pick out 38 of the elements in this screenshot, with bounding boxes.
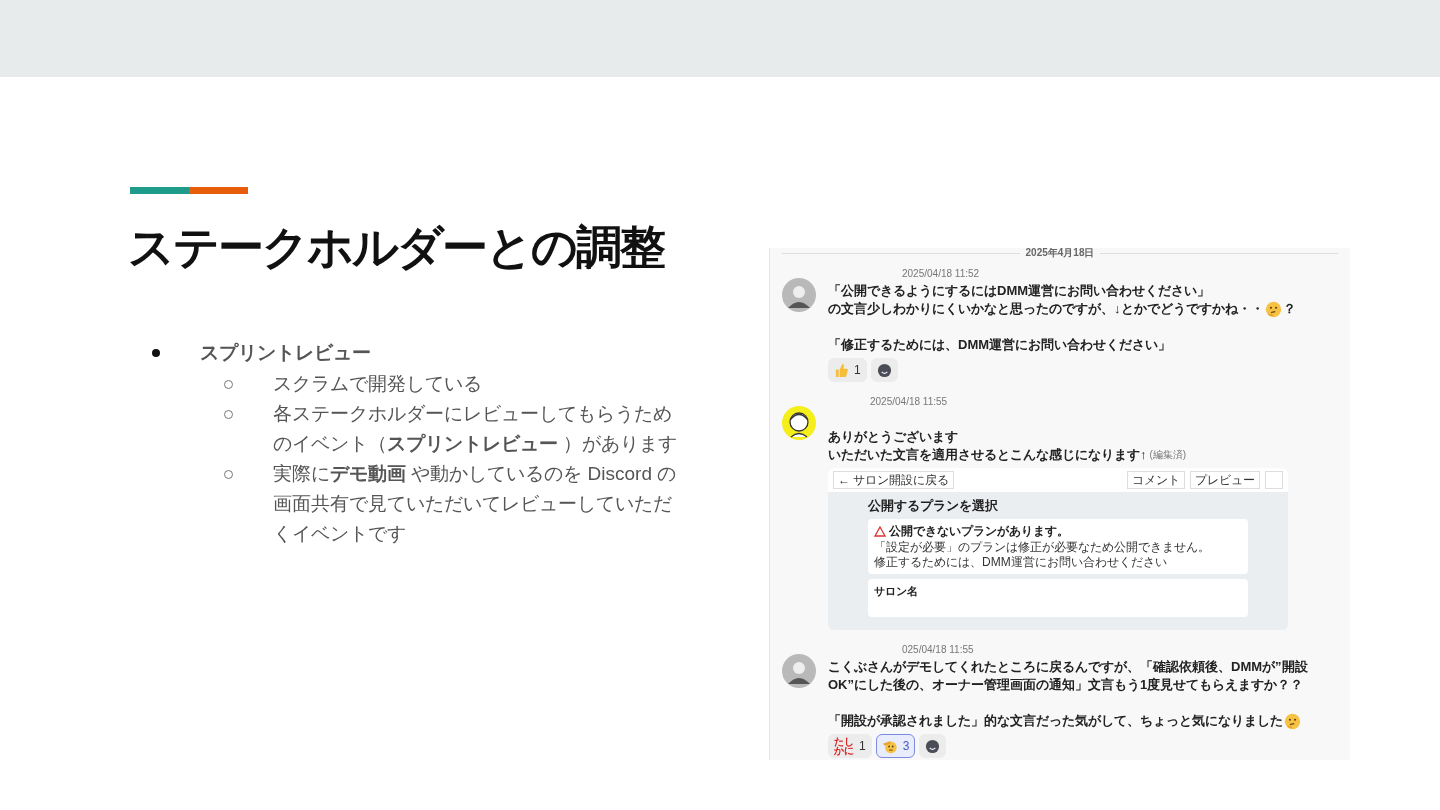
saluting-face-icon: [881, 738, 898, 754]
message-timestamp: 2025/04/18 11:55: [869, 396, 949, 409]
avatar-silhouette-icon: [782, 406, 816, 440]
smiley-icon: [876, 362, 892, 378]
bullet-text: 各ステークホルダーにレビューしてもらうためのイベント（スプリントレビュー ）があります: [273, 402, 679, 457]
bullet-text: 実際にデモ動画 や動かしているのを Discord の画面共有で見ていただいてレビューしていただくイベントです: [273, 462, 678, 547]
date-divider-label: 2025年4月18日: [1025, 248, 1095, 260]
thinking-face-icon: [1264, 300, 1282, 318]
slide-title: ステークホルダーとの調整: [128, 220, 666, 275]
message-text: ？: [1282, 300, 1296, 318]
alert-text: 「設定が必要」のプランは修正が必要なため公開できません。: [874, 540, 1211, 555]
message-text: 「公開できるようにするにはDMM運営にお問い合わせください」: [828, 282, 1211, 300]
message-text: の文言少しわかりにくいかなと思ったのですが、↓とかでどうですかね・・: [828, 300, 1264, 318]
preview-heading: 公開するプランを選択: [868, 497, 999, 515]
add-reaction-button[interactable]: [919, 734, 947, 758]
avatar-photo-placeholder: [782, 278, 816, 312]
add-reaction-button[interactable]: [870, 358, 898, 382]
message-text: いただいた文言を適用させるとこんな感じになります↑: [828, 446, 1147, 464]
message-text: こくぶさんがデモしてくれたところに戻るんですが、「確認依頼後、DMMが”開設OK”にした後の、オーナー管理画面の通知」文言もう1度見せてもらえますか？？: [828, 658, 1309, 694]
edited-label: (編集済): [1149, 448, 1187, 462]
thinking-face-icon: [1284, 712, 1301, 730]
bullet-text: スプリントレビュー: [200, 341, 371, 366]
alert-title: 公開できないプランがあります。: [889, 523, 1069, 540]
message-text: 「開設が承認されました」的な文言だった気がして、ちょっと気になりました: [828, 712, 1283, 730]
message-text: 「修正するためには、DMM運営にお問い合わせください」: [828, 336, 1172, 354]
message-timestamp: 2025/04/18 11:52: [901, 268, 981, 281]
avatar-photo-placeholder: [782, 654, 816, 688]
reaction-button[interactable]: 3: [875, 734, 916, 758]
bullet-dot-icon: [152, 349, 160, 358]
message-timestamp: 025/04/18 11:55: [901, 644, 975, 657]
warning-icon: [874, 526, 886, 537]
reaction-button[interactable]: 1: [828, 358, 867, 382]
bullet-text: スクラムで開発している: [273, 372, 483, 397]
field-label: サロン名: [874, 585, 918, 597]
message-text: ありがとうございます: [828, 428, 958, 446]
alert-text: 修正するためには、DMM運営にお問い合わせください: [874, 555, 1168, 570]
thumbs-up-icon: [834, 362, 849, 378]
smiley-icon: [925, 738, 941, 754]
